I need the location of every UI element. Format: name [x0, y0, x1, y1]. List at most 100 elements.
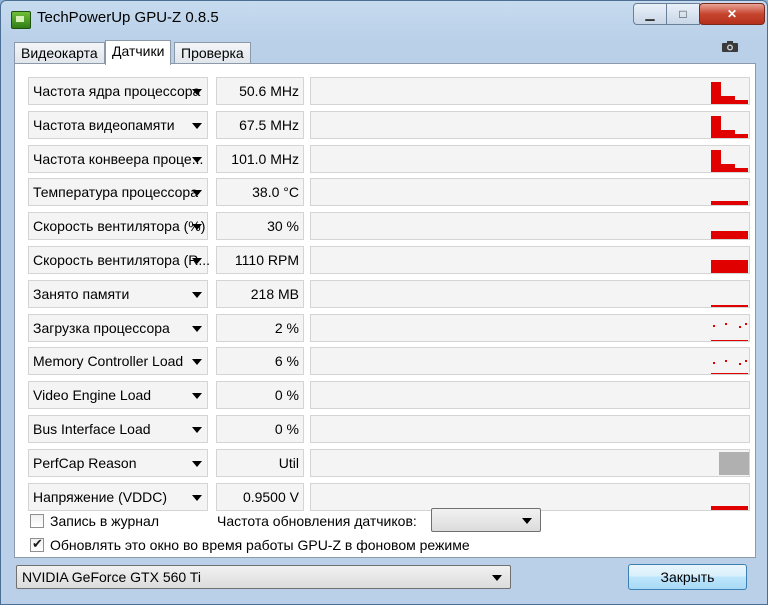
- graph-trace: [711, 150, 748, 172]
- chevron-down-icon: [192, 495, 202, 501]
- log-to-file-checkbox[interactable]: [30, 514, 44, 528]
- sensor-label: PerfCap Reason: [33, 455, 137, 471]
- chevron-down-icon: [522, 518, 532, 524]
- sensor-value-box: 0.9500 V: [216, 483, 304, 511]
- chevron-down-icon: [192, 89, 202, 95]
- sensor-row: Частота ядра процессора 50.6 MHz: [28, 77, 750, 105]
- graph-trace: [711, 82, 748, 104]
- graph-trace: [711, 373, 748, 374]
- sensor-value: 101.0 MHz: [231, 151, 299, 167]
- sensor-label: Частота ядра процессора: [33, 83, 201, 99]
- sensor-value: 0 %: [274, 421, 299, 437]
- sensor-value-box: 0 %: [216, 381, 304, 409]
- sensor-row: Напряжение (VDDC) 0.9500 V: [28, 483, 750, 511]
- close-button[interactable]: Закрыть: [628, 564, 747, 590]
- tab-graphics-card[interactable]: Видеокарта: [14, 42, 105, 63]
- sensor-graph-svg: [711, 150, 748, 172]
- sensor-label-dropdown[interactable]: Напряжение (VDDC): [28, 483, 208, 511]
- sensor-label-dropdown[interactable]: Memory Controller Load: [28, 347, 208, 375]
- gpu-z-app-icon: [11, 11, 31, 29]
- sensor-graph-svg: [711, 82, 748, 104]
- sensor-value: 38.0 °C: [252, 184, 299, 200]
- sensor-value: 67.5 MHz: [239, 117, 299, 133]
- sensor-label-dropdown[interactable]: Частота ядра процессора: [28, 77, 208, 105]
- sensor-value-box: 6 %: [216, 347, 304, 375]
- graph-trace: [713, 362, 715, 364]
- sensor-label: Частота видеопамяти: [33, 117, 175, 133]
- sensor-label-dropdown[interactable]: Video Engine Load: [28, 381, 208, 409]
- graph-trace: [745, 323, 747, 325]
- sensor-row: Загрузка процессора 2 %: [28, 314, 750, 342]
- gpu-select[interactable]: NVIDIA GeForce GTX 560 Ti: [16, 565, 511, 589]
- sensor-label-dropdown[interactable]: Скорость вентилятора (R...: [28, 246, 209, 274]
- sensors-panel: Частота ядра процессора 50.6 MHz Частота…: [14, 63, 756, 558]
- sensor-row: Занято памяти 218 MB: [28, 280, 750, 308]
- graph-trace: [711, 231, 748, 239]
- sensor-value: 0.9500 V: [242, 489, 299, 505]
- refresh-rate-select[interactable]: [431, 508, 541, 532]
- sensor-graph-svg: [711, 323, 748, 341]
- chevron-down-icon: [192, 292, 202, 298]
- sensor-value-box: Util: [216, 449, 304, 477]
- sensor-graph-svg: [711, 116, 748, 138]
- sensor-label-dropdown[interactable]: Частота видеопамяти: [28, 111, 208, 139]
- sensor-label: Скорость вентилятора (R...: [33, 252, 209, 268]
- sensor-graph: [310, 415, 750, 443]
- sensor-graph: [310, 246, 750, 274]
- sensor-graph-svg: [311, 382, 749, 408]
- sensor-graph: [310, 280, 750, 308]
- sensor-graph: [310, 77, 750, 105]
- maximize-button[interactable]: □: [666, 3, 700, 25]
- sensor-value-box: 67.5 MHz: [216, 111, 304, 139]
- sensor-label-dropdown[interactable]: Температура процессора: [28, 178, 208, 206]
- sensor-value: 218 MB: [250, 286, 299, 302]
- window-title: TechPowerUp GPU-Z 0.8.5: [37, 9, 219, 26]
- camera-icon[interactable]: [722, 41, 738, 52]
- sensor-label: Частота конвеера проце...: [33, 151, 204, 167]
- background-update-checkbox[interactable]: [30, 536, 44, 552]
- sensor-value: 0 %: [274, 387, 299, 403]
- sensor-label-dropdown[interactable]: Занято памяти: [28, 280, 208, 308]
- sensor-label-dropdown[interactable]: Скорость вентилятора (%): [28, 212, 208, 240]
- chevron-down-icon: [192, 359, 202, 365]
- sensor-label-dropdown[interactable]: Частота конвеера проце...: [28, 145, 208, 173]
- sensor-label: Скорость вентилятора (%): [33, 218, 206, 234]
- sensor-label: Температура процессора: [33, 184, 198, 200]
- sensor-label: Memory Controller Load: [33, 353, 184, 369]
- sensor-graph-svg: [311, 416, 749, 442]
- sensor-label: Video Engine Load: [33, 387, 152, 403]
- chevron-down-icon: [192, 461, 202, 467]
- sensor-row: Скорость вентилятора (%) 30 %: [28, 212, 750, 240]
- graph-trace: [739, 363, 741, 365]
- log-to-file-label: Запись в журнал: [50, 513, 159, 529]
- background-update-label: Обновлять это окно во время работы GPU-Z…: [50, 537, 470, 553]
- sensor-value-box: 218 MB: [216, 280, 304, 308]
- sensor-label-dropdown[interactable]: Bus Interface Load: [28, 415, 208, 443]
- graph-trace: [725, 323, 727, 325]
- sensor-value: Util: [278, 455, 299, 471]
- sensor-graph: [310, 347, 750, 375]
- tab-validation[interactable]: Проверка: [174, 42, 251, 63]
- sensor-graph-svg: [719, 452, 749, 475]
- sensor-graph: [310, 483, 750, 511]
- sensor-row: Частота конвеера проце... 101.0 MHz: [28, 145, 750, 173]
- graph-trace: [711, 260, 748, 273]
- sensor-row: Скорость вентилятора (R... 1110 RPM: [28, 246, 750, 274]
- sensor-value-box: 50.6 MHz: [216, 77, 304, 105]
- close-window-button[interactable]: ✕: [699, 3, 765, 25]
- sensor-row: Video Engine Load 0 %: [28, 381, 750, 409]
- chevron-down-icon: [192, 123, 202, 129]
- sensor-graph: [310, 314, 750, 342]
- sensor-label-dropdown[interactable]: Загрузка процессора: [28, 314, 208, 342]
- sensor-value: 50.6 MHz: [239, 83, 299, 99]
- tab-sensors[interactable]: Датчики: [105, 40, 172, 65]
- sensor-label-dropdown[interactable]: PerfCap Reason: [28, 449, 208, 477]
- title-bar[interactable]: TechPowerUp GPU-Z 0.8.5 ▁ □ ✕: [1, 1, 767, 35]
- sensor-row: PerfCap Reason Util: [28, 449, 750, 477]
- sensor-graph-svg: [711, 305, 748, 307]
- sensor-row: Частота видеопамяти 67.5 MHz: [28, 111, 750, 139]
- chevron-down-icon: [192, 393, 202, 399]
- chevron-down-icon: [192, 427, 202, 433]
- minimize-button[interactable]: ▁: [633, 3, 667, 25]
- chevron-down-icon: [192, 224, 202, 230]
